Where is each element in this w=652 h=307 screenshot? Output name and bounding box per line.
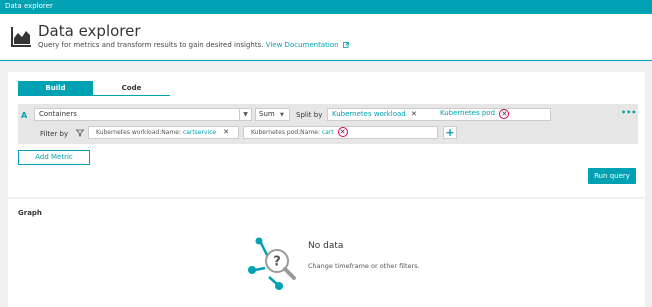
aggregation-select[interactable]: Sum ▼ [255, 108, 290, 121]
chevron-down-icon: ▼ [279, 112, 284, 118]
graph-card: Graph ? No data Change timeframe or othe… [8, 199, 645, 307]
filter-icon [76, 129, 84, 137]
filter-value: cartservice [182, 129, 217, 136]
filter-chip-workload[interactable]: Kubernetes workload:Name: cartservice ✕ [88, 126, 239, 139]
split-chip-workload: Kubernetes workload ✕ [332, 110, 418, 119]
no-data-icon: ? [248, 237, 296, 290]
tab-build[interactable]: Build [18, 81, 93, 96]
no-data-subtitle: Change timeframe or other filters. [308, 262, 420, 270]
graph-title: Graph [18, 209, 42, 217]
filter-chip-pod[interactable]: Kubernetes pod:Name: cart ✕ [243, 126, 438, 139]
area-chart-icon [11, 27, 31, 47]
subtitle-text: Query for metrics and transform results … [38, 41, 264, 49]
aggregation-value: Sum [259, 110, 275, 118]
view-documentation-link[interactable]: View Documentation [266, 41, 339, 49]
filter-key: Kubernetes pod:Name: [251, 129, 320, 136]
page-header: Data explorer Query for metrics and tran… [0, 14, 652, 61]
split-chip-pod: Kubernetes pod ✕ [440, 109, 510, 119]
query-letter: A [21, 111, 28, 120]
svg-text:?: ? [273, 255, 281, 270]
page-title: Data explorer [38, 22, 141, 40]
close-icon[interactable]: ✕ [223, 128, 229, 136]
split-by-label: Split by [296, 111, 323, 119]
chevron-down-icon[interactable]: ▼ [239, 109, 251, 120]
filter-key: Kubernetes workload:Name: [96, 129, 181, 136]
filter-by-label: Filter by [40, 130, 69, 138]
close-icon[interactable]: ✕ [499, 109, 510, 119]
query-builder-card: Build Code A Containers ▼ Sum ▼ Split by… [8, 72, 645, 197]
query-row: A Containers ▼ Sum ▼ Split by Kubernetes… [18, 104, 638, 144]
window-title: Data explorer [5, 2, 53, 10]
no-data-title: No data [308, 241, 344, 251]
split-chip-label: Kubernetes workload [332, 110, 406, 118]
tab-code[interactable]: Code [93, 81, 170, 96]
run-query-button[interactable]: Run query [588, 168, 636, 184]
title-bar: Data explorer [0, 0, 652, 14]
split-by-field[interactable]: Kubernetes workload ✕ Kubernetes pod ✕ [327, 108, 551, 121]
metric-value: Containers [39, 110, 77, 118]
close-icon[interactable]: ✕ [337, 127, 348, 137]
filter-value: cart [321, 129, 334, 136]
add-metric-button[interactable]: Add Metric [18, 150, 90, 165]
split-chip-label: Kubernetes pod [440, 109, 496, 117]
metric-select[interactable]: Containers ▼ [34, 108, 252, 121]
external-link-icon[interactable] [342, 42, 349, 48]
page-subtitle: Query for metrics and transform results … [38, 41, 349, 49]
add-filter-button[interactable]: + [443, 126, 457, 139]
close-icon[interactable]: ✕ [410, 110, 418, 118]
more-options-button[interactable]: ••• [621, 108, 636, 117]
